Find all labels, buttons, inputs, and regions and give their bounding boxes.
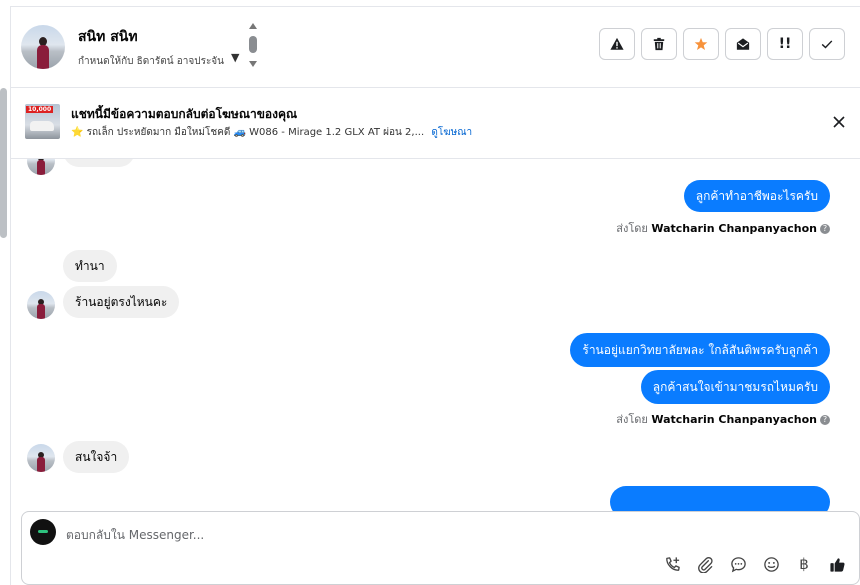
contact-avatar-small bbox=[27, 159, 55, 175]
scroll-up-icon[interactable] bbox=[249, 23, 257, 29]
sender-name: Watcharin Chanpanyachon bbox=[651, 222, 817, 235]
composer-tools: ฿ bbox=[662, 554, 847, 574]
ad-reply-banner: 10,000 แชทนี้มีข้อความตอบกลับต่อโฆษณาของ… bbox=[11, 88, 860, 159]
scroll-down-icon[interactable] bbox=[249, 61, 257, 67]
message-bubble-incoming-cutoff bbox=[63, 159, 135, 167]
message-thread[interactable]: ลูกค้าทำอาชีพอะไรครับ ส่งโดย Watcharin C… bbox=[11, 159, 860, 511]
like-button[interactable] bbox=[827, 554, 847, 574]
ad-description-text: ⭐ รถเล็ก ประหยัดมาก มือใหม่โชคดี 🚙 W086 … bbox=[71, 127, 425, 138]
mark-done-button[interactable] bbox=[809, 28, 845, 60]
sender-name: Watcharin Chanpanyachon bbox=[651, 413, 817, 426]
reply-composer: ตอบกลับใน Messenger... ฿ bbox=[21, 511, 860, 585]
message-bubble-incoming[interactable]: ร้านอยู่ตรงไหนคะ bbox=[63, 286, 180, 318]
assign-dropdown[interactable]: กำหนดให้กับ ธิดารัตน์ อาจประจัน bbox=[78, 54, 224, 69]
view-ad-link[interactable]: ดูโฆษณา bbox=[431, 127, 472, 138]
sent-by-label: ส่งโดย Watcharin Chanpanyachon? bbox=[616, 410, 830, 428]
ad-banner-description: ⭐ รถเล็ก ประหยัดมาก มือใหม่โชคดี 🚙 W086 … bbox=[71, 125, 472, 140]
conversation-header: สนิท สนิท กำหนดให้กับ ธิดารัตน์ อาจประจั… bbox=[11, 7, 860, 88]
sent-by-label: ส่งโดย Watcharin Chanpanyachon? bbox=[616, 219, 830, 237]
scroll-thumb[interactable] bbox=[249, 36, 257, 53]
thumbs-up-icon bbox=[829, 557, 845, 572]
phone-plus-icon bbox=[665, 556, 680, 571]
sent-by-prefix: ส่งโดย bbox=[616, 222, 648, 235]
message-bubble-incoming[interactable]: สนใจจ้า bbox=[63, 441, 130, 473]
contact-avatar-small bbox=[27, 444, 55, 472]
car-image bbox=[30, 121, 54, 131]
ad-banner-title: แชทนี้มีข้อความตอบกลับต่อโฆษณาของคุณ bbox=[71, 107, 298, 121]
saved-reply-button[interactable] bbox=[728, 554, 748, 574]
check-icon bbox=[821, 40, 833, 49]
message-bubble-outgoing[interactable]: ลูกค้าทำอาชีพอะไรครับ bbox=[683, 180, 830, 212]
message-bubble-outgoing-cutoff[interactable] bbox=[610, 486, 830, 511]
follow-up-button[interactable]: !! bbox=[767, 28, 803, 60]
header-scrollbar[interactable] bbox=[247, 23, 259, 71]
report-spam-button[interactable] bbox=[599, 28, 635, 60]
payment-button[interactable]: ฿ bbox=[794, 554, 814, 574]
info-icon[interactable]: ? bbox=[820, 224, 830, 234]
mark-unread-button[interactable] bbox=[725, 28, 761, 60]
message-bubble-incoming[interactable]: ทำนา bbox=[63, 250, 117, 282]
contact-avatar-small bbox=[27, 291, 55, 319]
ad-thumbnail[interactable]: 10,000 bbox=[25, 104, 60, 139]
trash-icon bbox=[653, 37, 665, 51]
sent-by-prefix: ส่งโดย bbox=[616, 413, 648, 426]
call-button[interactable] bbox=[662, 554, 682, 574]
info-icon[interactable]: ? bbox=[820, 415, 830, 425]
envelope-open-icon bbox=[736, 38, 750, 50]
saved-reply-icon bbox=[730, 556, 746, 572]
warning-icon bbox=[610, 37, 624, 50]
close-icon[interactable] bbox=[832, 115, 846, 129]
baht-icon: ฿ bbox=[799, 555, 809, 573]
panel-scrollbar[interactable] bbox=[0, 88, 7, 238]
paperclip-icon bbox=[697, 556, 713, 573]
reply-input[interactable]: ตอบกลับใน Messenger... bbox=[66, 526, 204, 545]
delete-button[interactable] bbox=[641, 28, 677, 60]
contact-name[interactable]: สนิท สนิท bbox=[78, 26, 138, 48]
emoji-icon bbox=[763, 556, 779, 572]
emoji-button[interactable] bbox=[761, 554, 781, 574]
attach-button[interactable] bbox=[695, 554, 715, 574]
ad-thumb-price: 10,000 bbox=[26, 106, 54, 113]
contact-avatar[interactable] bbox=[21, 25, 65, 69]
star-button[interactable] bbox=[683, 28, 719, 60]
chevron-down-icon[interactable]: ▼ bbox=[231, 51, 239, 64]
star-icon bbox=[694, 37, 708, 50]
page-avatar bbox=[30, 519, 56, 545]
inbox-conversation-panel: สนิท สนิท กำหนดให้กับ ธิดารัตน์ อาจประจั… bbox=[0, 0, 860, 585]
message-bubble-outgoing[interactable]: ร้านอยู่แยกวิทยาลัยพละ ใกล้สันติพรครับลู… bbox=[570, 333, 830, 367]
header-actions: !! bbox=[599, 28, 845, 60]
message-bubble-outgoing[interactable]: ลูกค้าสนใจเข้ามาชมรถไหมครับ bbox=[640, 370, 830, 404]
exclamation-icon: !! bbox=[778, 36, 792, 52]
